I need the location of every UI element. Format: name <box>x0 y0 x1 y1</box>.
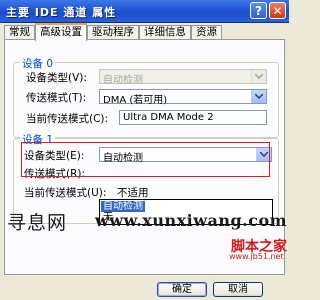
watermark-url: www.xunxiwang.com <box>95 211 288 230</box>
device1-current-mode-value: 不适用 <box>117 187 149 199</box>
highlight-annotation <box>21 142 270 177</box>
help-button[interactable]: ? <box>250 2 267 19</box>
cancel-button[interactable]: 取消 <box>213 282 263 297</box>
device0-current-mode-field: Ultra DMA Mode 2 <box>119 110 267 125</box>
watermark-chinese: 寻息网 <box>7 212 68 234</box>
tab-driver[interactable]: 驱动程序 <box>87 25 139 39</box>
device0-type-select: 自动检测 <box>99 69 267 86</box>
tab-details[interactable]: 详细信息 <box>139 25 191 39</box>
ok-button[interactable]: 确定 <box>157 282 207 297</box>
close-button[interactable]: ✕ <box>269 2 286 19</box>
device0-mode-label: 传送模式(T): <box>26 92 87 104</box>
tab-general[interactable]: 常规 <box>4 25 35 39</box>
device0-type-value: 自动检测 <box>103 75 143 86</box>
device0-group-label: 设备 0 <box>20 56 56 71</box>
device0-type-label: 设备类型(V): <box>26 72 87 84</box>
device0-group: 设备 0 设备类型(V): 自动检测 传送模式(T): DMA (若可用) 当前… <box>13 56 279 138</box>
device0-current-mode-value: Ultra DMA Mode 2 <box>123 112 214 123</box>
title-bar[interactable]: 主要 IDE 通道 属性 ? ✕ <box>0 0 289 23</box>
device0-mode-value: DMA (若可用) <box>103 95 168 106</box>
site-logo-url: www.jb51.net <box>229 252 284 261</box>
chevron-down-icon[interactable] <box>251 90 266 103</box>
tab-strip: 常规 高级设置 驱动程序 详细信息 资源 <box>4 23 289 41</box>
device1-current-mode-label: 当前传送模式(U): <box>24 187 107 199</box>
tab-resources[interactable]: 资源 <box>191 25 222 39</box>
chevron-down-icon <box>251 70 266 83</box>
help-icon: ? <box>255 3 262 18</box>
device0-mode-select[interactable]: DMA (若可用) <box>99 89 267 106</box>
tab-advanced-settings[interactable]: 高级设置 <box>35 23 87 41</box>
watermark: 寻息网 www.xunxiwang.com <box>0 208 289 234</box>
device0-current-mode-label: 当前传送模式(C): <box>26 113 109 125</box>
window-title: 主要 IDE 通道 属性 <box>6 6 117 19</box>
close-icon: ✕ <box>272 3 283 18</box>
site-logo: 脚本之家 www.jb51.net <box>227 236 287 262</box>
